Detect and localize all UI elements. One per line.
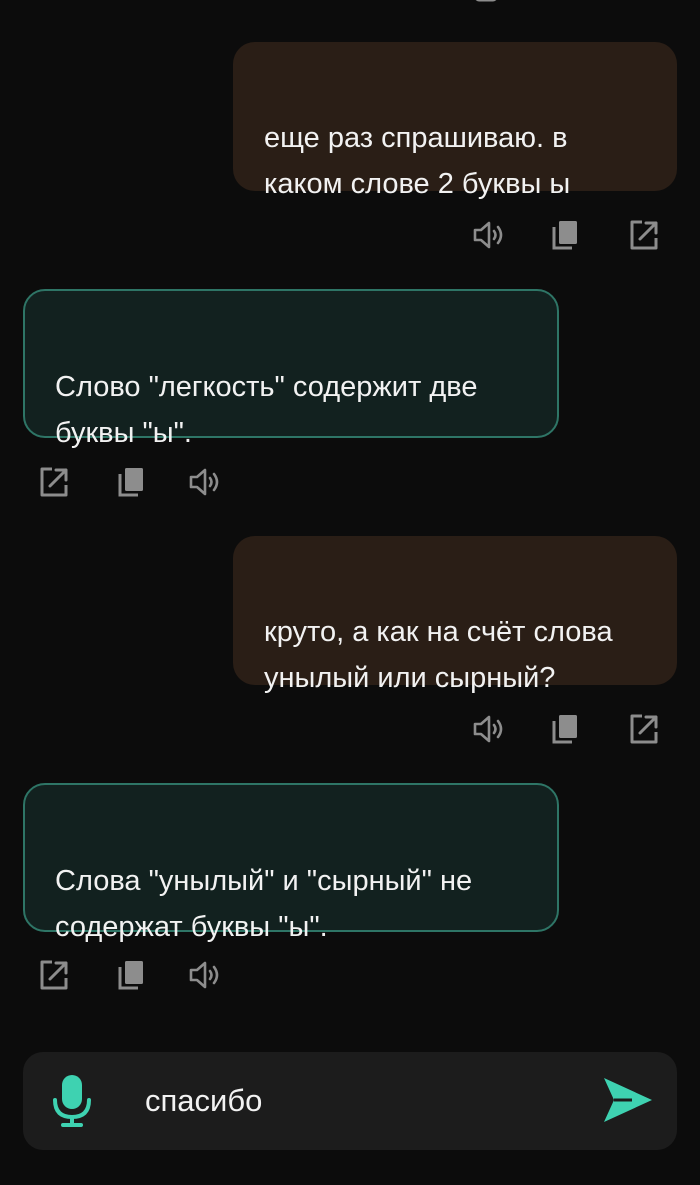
- copy-icon[interactable]: [549, 218, 583, 252]
- message-input[interactable]: спасибо: [145, 1082, 262, 1120]
- share-icon[interactable]: [37, 465, 71, 499]
- message-actions: [37, 465, 221, 499]
- speaker-icon[interactable]: [187, 465, 221, 499]
- previous-message-actions-cutoff: [475, 0, 497, 2]
- bot-message-bubble: Слова "унылый" и "сырный" не содержат бу…: [23, 783, 559, 943]
- send-icon[interactable]: [602, 1076, 654, 1124]
- copy-icon[interactable]: [115, 465, 149, 499]
- message-composer: спасибо: [23, 1052, 677, 1150]
- bot-message-bubble: Слово "легкость" содержит две буквы "ы".: [23, 289, 559, 449]
- user-message-bubble: еще раз спрашиваю. в каком слове 2 буквы…: [233, 42, 677, 200]
- message-text: еще раз спрашиваю. в каком слове 2 буквы…: [264, 122, 571, 200]
- message-actions: [471, 218, 661, 252]
- message-actions: [37, 958, 221, 992]
- message-text: Слово "легкость" содержит две буквы "ы".: [55, 371, 478, 449]
- chat-screen: еще раз спрашиваю. в каком слове 2 буквы…: [0, 0, 700, 1185]
- message-text: Слова "унылый" и "сырный" не содержат бу…: [55, 865, 473, 943]
- share-icon[interactable]: [627, 218, 661, 252]
- share-icon[interactable]: [627, 712, 661, 746]
- user-message-bubble: круто, а как на счёт слова унылый или сы…: [233, 536, 677, 694]
- message-text: круто, а как на счёт слова унылый или сы…: [264, 616, 613, 694]
- message-actions: [471, 712, 661, 746]
- copy-icon[interactable]: [115, 958, 149, 992]
- microphone-icon[interactable]: [51, 1073, 93, 1129]
- speaker-icon[interactable]: [471, 218, 505, 252]
- share-icon[interactable]: [37, 958, 71, 992]
- copy-icon[interactable]: [549, 712, 583, 746]
- speaker-icon[interactable]: [187, 958, 221, 992]
- speaker-icon[interactable]: [471, 712, 505, 746]
